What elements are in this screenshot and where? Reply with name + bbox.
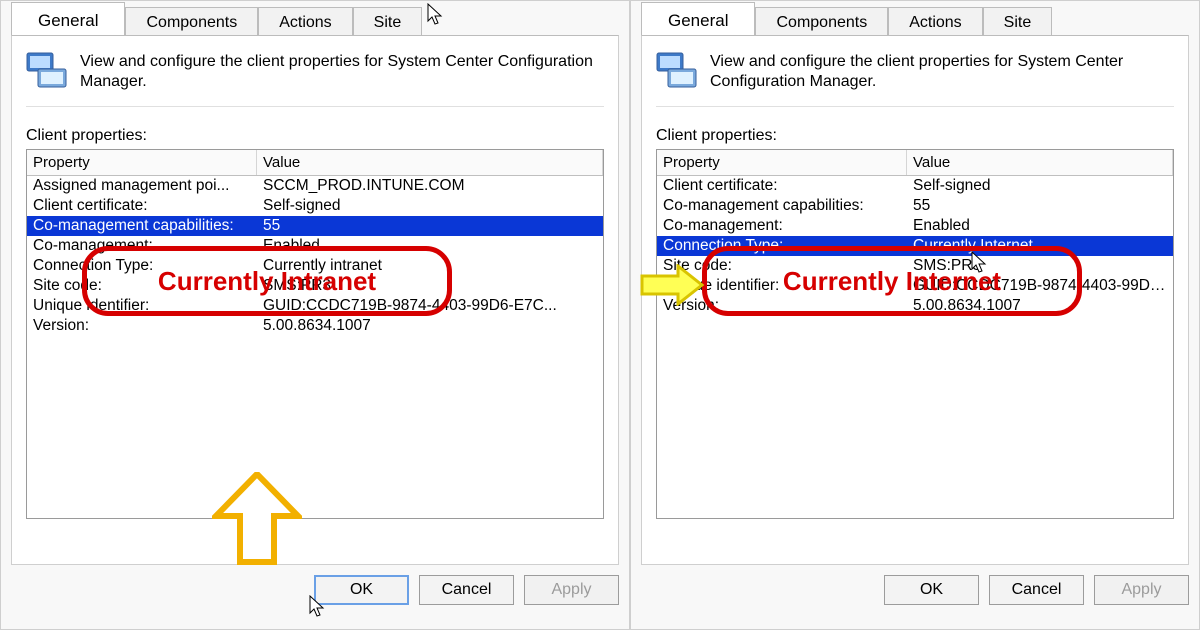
table-row[interactable]: Unique identifier: GUID:CCDC719B-9874-44… [657, 276, 1173, 296]
property-cell: Co-management: [657, 216, 907, 236]
value-cell: SMS:PR3 [257, 276, 603, 296]
tab-general[interactable]: General [641, 2, 755, 35]
col-header-value[interactable]: Value [257, 150, 603, 175]
apply-button: Apply [1094, 575, 1189, 605]
value-cell: Enabled [907, 216, 1173, 236]
value-cell: GUID:CCDC719B-9874-4403-99D6-E7C... [907, 276, 1173, 296]
arrow-up-icon [212, 472, 302, 519]
property-cell: Co-management capabilities: [27, 216, 257, 236]
col-header-property[interactable]: Property [657, 150, 907, 175]
table-row[interactable]: Client certificate: Self-signed [27, 196, 603, 216]
table-row[interactable]: Client certificate: Self-signed [657, 176, 1173, 196]
table-row-selected[interactable]: Co-management capabilities: 55 [27, 216, 603, 236]
table-header: Property Value [27, 150, 603, 176]
table-row[interactable]: Site code: SMS:PR3 [657, 256, 1173, 276]
tab-general[interactable]: General [11, 2, 125, 35]
cancel-button[interactable]: Cancel [419, 575, 514, 605]
property-cell: Unique identifier: [27, 296, 257, 316]
table-row[interactable]: Co-management: Enabled [27, 236, 603, 256]
col-header-property[interactable]: Property [27, 150, 257, 175]
value-cell: SCCM_PROD.INTUNE.COM [257, 176, 603, 196]
tab-components[interactable]: Components [125, 7, 258, 36]
client-properties-label: Client properties: [656, 127, 1174, 145]
ok-button[interactable]: OK [314, 575, 409, 605]
tab-site[interactable]: Site [353, 7, 423, 36]
value-cell: GUID:CCDC719B-9874-4403-99D6-E7C... [257, 296, 603, 316]
computer-icon [26, 52, 68, 94]
dialog-button-row: OK Cancel Apply [641, 565, 1189, 605]
property-cell: Assigned management poi... [27, 176, 257, 196]
table-row[interactable]: Connection Type: Currently intranet [27, 256, 603, 276]
tab-site[interactable]: Site [983, 7, 1053, 36]
property-cell: Client certificate: [27, 196, 257, 216]
tab-actions[interactable]: Actions [258, 7, 352, 36]
dialog-left: General Components Actions Site View and… [0, 0, 630, 630]
value-cell: 55 [257, 216, 603, 236]
client-properties-table[interactable]: Property Value Client certificate: Self-… [656, 149, 1174, 519]
apply-button: Apply [524, 575, 619, 605]
table-row[interactable]: Version: 5.00.8634.1007 [657, 296, 1173, 316]
tab-body: View and configure the client properties… [11, 35, 619, 565]
col-header-value[interactable]: Value [907, 150, 1173, 175]
ok-button[interactable]: OK [884, 575, 979, 605]
client-properties-table[interactable]: Property Value Assigned management poi..… [26, 149, 604, 519]
value-cell: Self-signed [257, 196, 603, 216]
value-cell: 5.00.8634.1007 [907, 296, 1173, 316]
property-cell: Co-management capabilities: [657, 196, 907, 216]
value-cell: Self-signed [907, 176, 1173, 196]
intro-text: View and configure the client properties… [710, 52, 1174, 92]
dialog-button-row: OK Cancel Apply [11, 565, 619, 605]
intro-text: View and configure the client properties… [80, 52, 604, 92]
tab-bar: General Components Actions Site [11, 1, 619, 35]
property-cell: Client certificate: [657, 176, 907, 196]
computer-icon [656, 52, 698, 94]
table-row[interactable]: Assigned management poi... SCCM_PROD.INT… [27, 176, 603, 196]
tab-actions[interactable]: Actions [888, 7, 982, 36]
tab-components[interactable]: Components [755, 7, 888, 36]
property-cell: Co-management: [27, 236, 257, 256]
arrow-right-icon [656, 264, 706, 306]
table-row[interactable]: Site code: SMS:PR3 [27, 276, 603, 296]
property-cell: Connection Type: [27, 256, 257, 276]
value-cell: Currently Internet [907, 236, 1173, 256]
property-cell: Site code: [27, 276, 257, 296]
value-cell: Currently intranet [257, 256, 603, 276]
client-properties-label: Client properties: [26, 127, 604, 145]
tab-bar: General Components Actions Site [641, 1, 1189, 35]
dialog-right: General Components Actions Site View and… [630, 0, 1200, 630]
cancel-button[interactable]: Cancel [989, 575, 1084, 605]
property-cell: Version: [27, 316, 257, 336]
table-header: Property Value [657, 150, 1173, 176]
table-row[interactable]: Co-management: Enabled [657, 216, 1173, 236]
table-row-selected[interactable]: Connection Type: Currently Internet [657, 236, 1173, 256]
table-row[interactable]: Version: 5.00.8634.1007 [27, 316, 603, 336]
table-row[interactable]: Unique identifier: GUID:CCDC719B-9874-44… [27, 296, 603, 316]
property-cell: Connection Type: [657, 236, 907, 256]
table-row[interactable]: Co-management capabilities: 55 [657, 196, 1173, 216]
tab-body: View and configure the client properties… [641, 35, 1189, 565]
value-cell: SMS:PR3 [907, 256, 1173, 276]
value-cell: 55 [907, 196, 1173, 216]
value-cell: Enabled [257, 236, 603, 256]
value-cell: 5.00.8634.1007 [257, 316, 603, 336]
